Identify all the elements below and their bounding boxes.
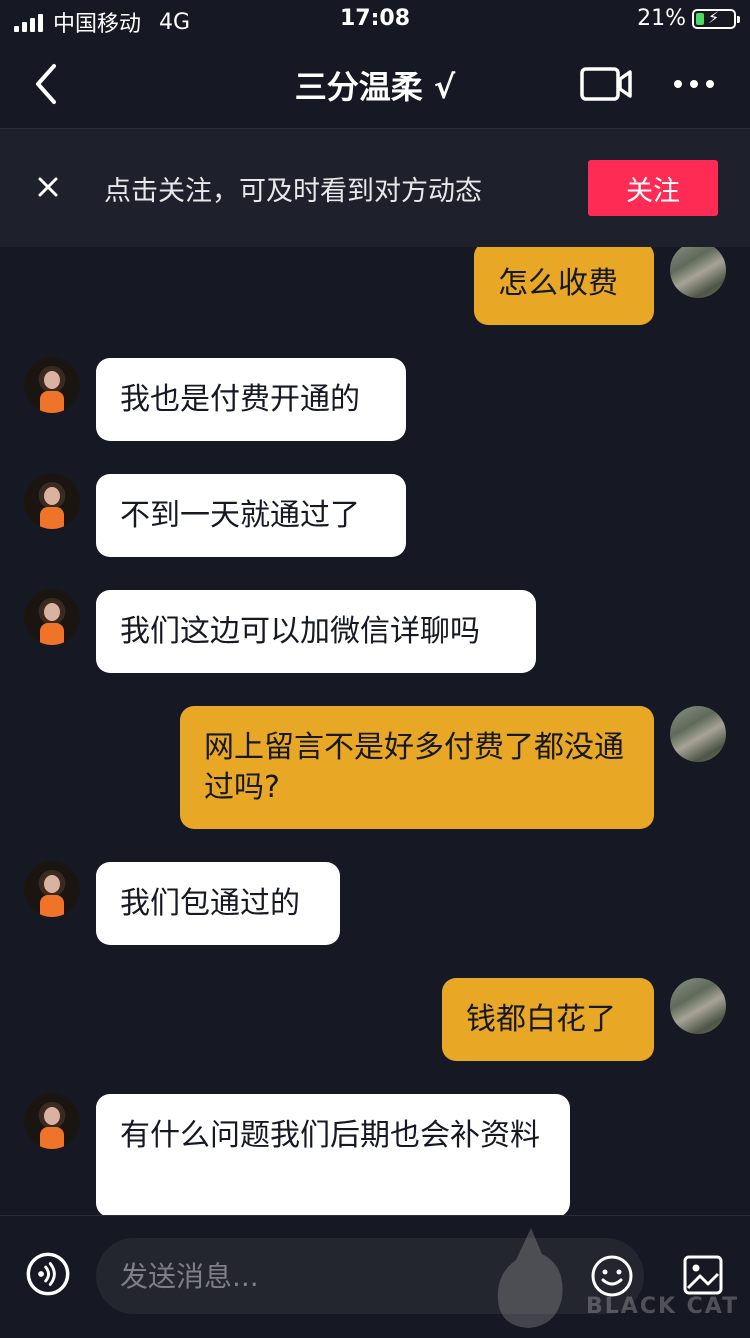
battery-icon: ⚡	[692, 8, 740, 29]
message-bubble[interactable]: 钱都白花了	[442, 978, 654, 1061]
contact-avatar[interactable]	[24, 589, 80, 645]
follow-button[interactable]: 关注	[588, 160, 718, 216]
message-list[interactable]: 怎么收费 我也是付费开通的 不到一天就通过了 我们这边可以加微信详聊吗 网上留言…	[0, 247, 750, 1215]
voice-icon[interactable]	[26, 1252, 70, 1296]
contact-avatar[interactable]	[24, 861, 80, 917]
video-call-icon[interactable]	[580, 66, 632, 102]
follow-hint-text: 点击关注，可及时看到对方动态	[104, 176, 482, 207]
status-bar: 中国移动 4G 17:08 21% ⚡	[0, 0, 750, 40]
cat-logo-icon	[497, 1228, 563, 1328]
watermark: BLACK CAT	[476, 1218, 746, 1334]
message-bubble[interactable]: 我们包通过的	[96, 862, 340, 945]
contact-avatar[interactable]	[24, 1093, 80, 1149]
message-bubble[interactable]: 我们这边可以加微信详聊吗	[96, 590, 536, 673]
contact-avatar[interactable]	[24, 357, 80, 413]
message-bubble[interactable]: 我也是付费开通的	[96, 358, 406, 441]
close-icon[interactable]	[34, 173, 62, 201]
more-icon[interactable]	[672, 70, 716, 98]
my-avatar[interactable]	[670, 247, 726, 298]
my-avatar[interactable]	[670, 978, 726, 1034]
message-bubble[interactable]: 有什么问题我们后期也会补资料	[96, 1094, 570, 1215]
follow-banner: 点击关注，可及时看到对方动态 关注	[0, 129, 750, 247]
watermark-text: BLACK CAT	[586, 1294, 740, 1319]
chat-title: 三分温柔 √	[294, 68, 456, 106]
message-bubble[interactable]: 怎么收费	[474, 247, 654, 325]
chat-header: 三分温柔 √	[0, 40, 750, 129]
message-bubble[interactable]: 网上留言不是好多付费了都没通过吗?	[180, 706, 654, 829]
battery-percent: 21%	[637, 6, 686, 31]
my-avatar[interactable]	[670, 706, 726, 762]
message-bubble[interactable]: 不到一天就通过了	[96, 474, 406, 557]
contact-avatar[interactable]	[24, 473, 80, 529]
